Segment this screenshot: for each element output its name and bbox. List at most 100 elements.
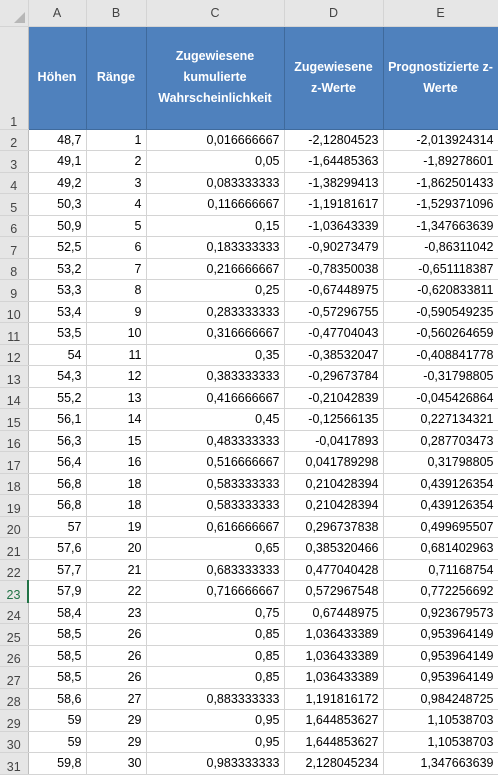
- cell-e[interactable]: 0,227134321: [383, 408, 498, 431]
- cell-c[interactable]: 0,95: [146, 731, 285, 753]
- cell-a[interactable]: 58,5: [28, 623, 87, 646]
- cell-a[interactable]: 57: [28, 516, 87, 538]
- cell-d[interactable]: -0,47704043: [284, 322, 384, 345]
- cell-e[interactable]: 0,984248725: [383, 688, 498, 710]
- cell-d[interactable]: 2,128045234: [284, 752, 384, 775]
- row-number[interactable]: 19: [0, 494, 29, 517]
- cell-b[interactable]: 23: [86, 602, 147, 624]
- cell-e[interactable]: 1,10538703: [383, 731, 498, 753]
- cell-c[interactable]: 0,85: [146, 623, 285, 646]
- cell-e[interactable]: 0,953964149: [383, 645, 498, 667]
- cell-d[interactable]: -1,64485363: [284, 150, 384, 173]
- cell-c[interactable]: 0,983333333: [146, 752, 285, 775]
- cell-d[interactable]: 1,036433389: [284, 645, 384, 667]
- cell-d[interactable]: 1,191816172: [284, 688, 384, 710]
- cell-c[interactable]: 0,083333333: [146, 172, 285, 194]
- row-number[interactable]: 24: [0, 602, 29, 624]
- cell-c[interactable]: 0,383333333: [146, 365, 285, 388]
- cell-d[interactable]: -1,19181617: [284, 193, 384, 216]
- cell-b[interactable]: 26: [86, 623, 147, 646]
- row-number[interactable]: 2: [0, 129, 29, 151]
- cell-c[interactable]: 0,616666667: [146, 516, 285, 538]
- cell-d[interactable]: -0,21042839: [284, 387, 384, 409]
- row-number[interactable]: 20: [0, 516, 29, 538]
- cell-d[interactable]: -0,38532047: [284, 344, 384, 366]
- cell-c[interactable]: 0,85: [146, 645, 285, 667]
- cell-b[interactable]: 16: [86, 451, 147, 474]
- cell-c[interactable]: 0,85: [146, 666, 285, 689]
- row-number[interactable]: 17: [0, 451, 29, 474]
- cell-b[interactable]: 19: [86, 516, 147, 538]
- cell-d[interactable]: -0,0417893: [284, 430, 384, 452]
- cell-b[interactable]: 30: [86, 752, 147, 775]
- cell-b[interactable]: 1: [86, 129, 147, 151]
- cell-b[interactable]: 12: [86, 365, 147, 388]
- cell-a[interactable]: 57,6: [28, 537, 87, 560]
- cell-e[interactable]: 0,772256692: [383, 580, 498, 603]
- row-number[interactable]: 1: [0, 26, 29, 130]
- cell-e[interactable]: -1,89278601: [383, 150, 498, 173]
- cell-c[interactable]: 0,65: [146, 537, 285, 560]
- cell-e[interactable]: 0,287703473: [383, 430, 498, 452]
- cell-c[interactable]: 0,216666667: [146, 258, 285, 280]
- header-cell-raenge[interactable]: Ränge: [86, 26, 147, 130]
- cell-b[interactable]: 7: [86, 258, 147, 280]
- row-number[interactable]: 8: [0, 258, 29, 280]
- cell-d[interactable]: -1,38299413: [284, 172, 384, 194]
- row-number[interactable]: 4: [0, 172, 29, 194]
- cell-c[interactable]: 0,416666667: [146, 387, 285, 409]
- cell-d[interactable]: -0,67448975: [284, 279, 384, 302]
- cell-a[interactable]: 53,2: [28, 258, 87, 280]
- cell-c[interactable]: 0,95: [146, 709, 285, 732]
- cell-b[interactable]: 18: [86, 494, 147, 517]
- cell-d[interactable]: 1,644853627: [284, 731, 384, 753]
- cell-c[interactable]: 0,516666667: [146, 451, 285, 474]
- cell-a[interactable]: 49,1: [28, 150, 87, 173]
- cell-a[interactable]: 56,3: [28, 430, 87, 452]
- cell-d[interactable]: 0,210428394: [284, 494, 384, 517]
- row-number[interactable]: 16: [0, 430, 29, 452]
- cell-d[interactable]: -0,78350038: [284, 258, 384, 280]
- cell-b[interactable]: 11: [86, 344, 147, 366]
- cell-b[interactable]: 26: [86, 645, 147, 667]
- row-number[interactable]: 10: [0, 301, 29, 323]
- cell-e[interactable]: 0,71168754: [383, 559, 498, 581]
- cell-a[interactable]: 56,8: [28, 494, 87, 517]
- cell-c[interactable]: 0,05: [146, 150, 285, 173]
- cell-d[interactable]: -0,90273479: [284, 236, 384, 259]
- cell-e[interactable]: -0,651118387: [383, 258, 498, 280]
- cell-d[interactable]: 1,036433389: [284, 623, 384, 646]
- cell-c[interactable]: 0,883333333: [146, 688, 285, 710]
- cell-b[interactable]: 14: [86, 408, 147, 431]
- cell-b[interactable]: 5: [86, 215, 147, 237]
- cell-d[interactable]: -1,03643339: [284, 215, 384, 237]
- column-header-a[interactable]: A: [28, 0, 87, 27]
- cell-d[interactable]: -0,29673784: [284, 365, 384, 388]
- cell-a[interactable]: 53,5: [28, 322, 87, 345]
- cell-b[interactable]: 3: [86, 172, 147, 194]
- row-number[interactable]: 22: [0, 559, 29, 581]
- cell-c[interactable]: 0,283333333: [146, 301, 285, 323]
- row-number[interactable]: 11: [0, 322, 29, 345]
- cell-e[interactable]: -0,620833811: [383, 279, 498, 302]
- cell-e[interactable]: 0,439126354: [383, 494, 498, 517]
- cell-c[interactable]: 0,583333333: [146, 494, 285, 517]
- cell-a[interactable]: 54,3: [28, 365, 87, 388]
- cell-d[interactable]: 1,036433389: [284, 666, 384, 689]
- cell-b[interactable]: 29: [86, 709, 147, 732]
- cell-c[interactable]: 0,45: [146, 408, 285, 431]
- header-cell-prognostizierte-z-werte[interactable]: Prognostizierte z-Werte: [383, 26, 498, 130]
- row-number[interactable]: 29: [0, 709, 29, 732]
- cell-a[interactable]: 48,7: [28, 129, 87, 151]
- cell-e[interactable]: -0,045426864: [383, 387, 498, 409]
- cell-d[interactable]: 0,67448975: [284, 602, 384, 624]
- row-number[interactable]: 26: [0, 645, 29, 667]
- cell-a[interactable]: 58,5: [28, 645, 87, 667]
- cell-e[interactable]: -1,862501433: [383, 172, 498, 194]
- row-number[interactable]: 28: [0, 688, 29, 710]
- cell-b[interactable]: 4: [86, 193, 147, 216]
- row-number[interactable]: 6: [0, 215, 29, 237]
- cell-a[interactable]: 50,9: [28, 215, 87, 237]
- cell-b[interactable]: 20: [86, 537, 147, 560]
- cell-a[interactable]: 49,2: [28, 172, 87, 194]
